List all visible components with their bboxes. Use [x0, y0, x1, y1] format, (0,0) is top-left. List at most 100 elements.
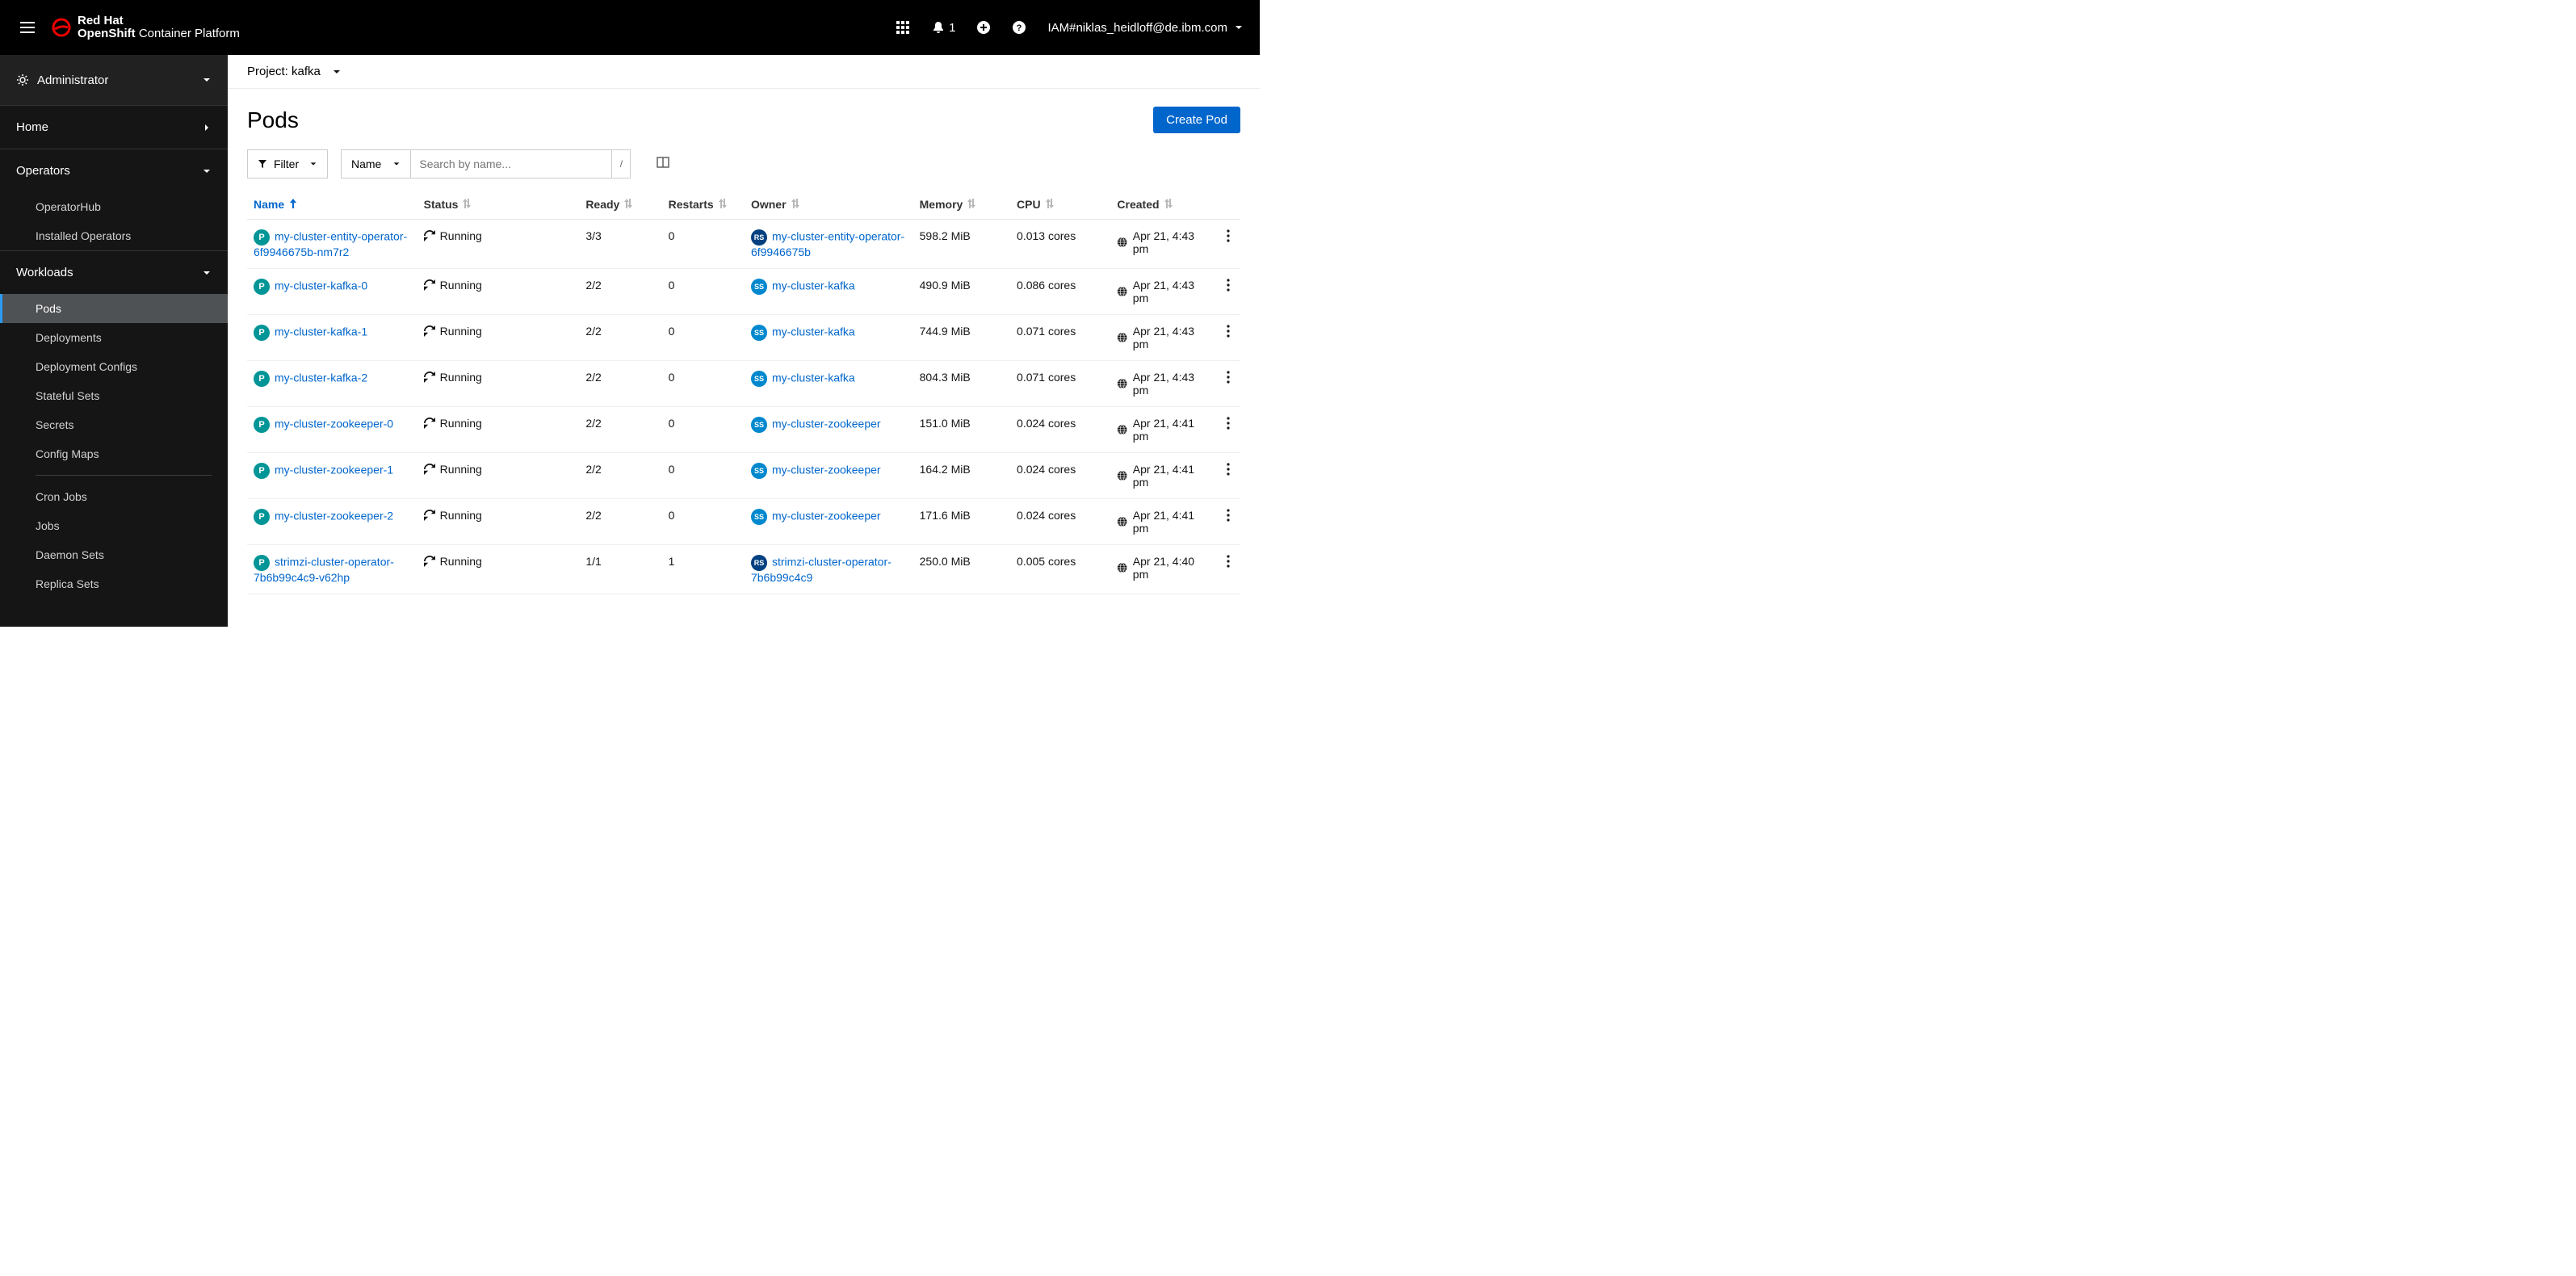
kebab-icon	[1227, 463, 1230, 476]
caret-down-icon	[392, 160, 401, 168]
owner-link[interactable]: my-cluster-zookeeper	[772, 464, 881, 476]
notifications-button[interactable]: 1	[931, 20, 955, 35]
nav-config-maps[interactable]: Config Maps	[0, 439, 228, 468]
owner-badge-icon: SS	[751, 417, 767, 433]
pod-restarts: 0	[662, 269, 745, 315]
pod-created: Apr 21, 4:41 pm	[1133, 463, 1210, 489]
nav-jobs[interactable]: Jobs	[0, 511, 228, 540]
user-name: IAM#niklas_heidloff@de.ibm.com	[1047, 21, 1227, 35]
owner-link[interactable]: my-cluster-kafka	[772, 325, 855, 338]
caret-down-icon	[1234, 23, 1244, 32]
col-memory[interactable]: Memory	[913, 190, 1010, 220]
nav-home[interactable]: Home	[0, 105, 228, 149]
pod-name-link[interactable]: my-cluster-zookeeper-0	[275, 418, 393, 430]
column-management-button[interactable]	[657, 156, 669, 173]
create-pod-button[interactable]: Create Pod	[1153, 107, 1240, 133]
sort-icon	[967, 199, 975, 208]
filter-dropdown[interactable]: Filter	[247, 149, 328, 178]
pod-name-link[interactable]: my-cluster-kafka-2	[275, 371, 367, 384]
pod-badge-icon: P	[254, 371, 270, 387]
col-ready[interactable]: Ready	[579, 190, 661, 220]
table-row: Pmy-cluster-zookeeper-1Running2/20SSmy-c…	[247, 453, 1240, 499]
perspective-switcher[interactable]: Administrator	[0, 55, 228, 105]
search-input[interactable]	[410, 149, 612, 178]
pod-ready: 2/2	[579, 499, 661, 545]
nav-deployments[interactable]: Deployments	[0, 323, 228, 352]
pod-restarts: 0	[662, 315, 745, 361]
pod-badge-icon: P	[254, 229, 270, 246]
pod-badge-icon: P	[254, 325, 270, 341]
pod-name-link[interactable]: strimzi-cluster-operator-7b6b99c4c9-v62h…	[254, 556, 394, 584]
owner-link[interactable]: my-cluster-kafka	[772, 279, 855, 292]
owner-link[interactable]: my-cluster-zookeeper	[772, 510, 881, 523]
pod-created: Apr 21, 4:41 pm	[1133, 509, 1210, 535]
question-circle-icon: ?	[1012, 20, 1026, 35]
row-actions-button[interactable]	[1216, 315, 1240, 361]
nav-daemon-sets[interactable]: Daemon Sets	[0, 540, 228, 569]
bell-icon	[931, 20, 946, 35]
pod-ready: 1/1	[579, 545, 661, 594]
plus-circle-icon	[976, 20, 991, 35]
nav-installed-operators[interactable]: Installed Operators	[0, 221, 228, 250]
owner-badge-icon: SS	[751, 509, 767, 525]
nav-operators[interactable]: Operators	[0, 149, 228, 192]
nav-pods[interactable]: Pods	[0, 294, 228, 323]
sync-icon	[424, 230, 435, 241]
pod-cpu: 0.005 cores	[1010, 545, 1110, 594]
main-content: Project: kafka Pods Create Pod Filter	[228, 55, 1260, 627]
app-launcher-button[interactable]	[896, 20, 910, 35]
row-actions-button[interactable]	[1216, 545, 1240, 594]
owner-link[interactable]: my-cluster-entity-operator-6f9946675b	[751, 230, 904, 258]
col-cpu[interactable]: CPU	[1010, 190, 1110, 220]
owner-link[interactable]: my-cluster-zookeeper	[772, 418, 881, 430]
nav-toggle-button[interactable]	[8, 8, 47, 47]
pod-badge-icon: P	[254, 279, 270, 295]
nav-stateful-sets[interactable]: Stateful Sets	[0, 381, 228, 410]
row-actions-button[interactable]	[1216, 407, 1240, 453]
pod-ready: 2/2	[579, 407, 661, 453]
pod-name-link[interactable]: my-cluster-zookeeper-2	[275, 510, 393, 523]
nav-secrets[interactable]: Secrets	[0, 410, 228, 439]
row-actions-button[interactable]	[1216, 453, 1240, 499]
row-actions-button[interactable]	[1216, 220, 1240, 269]
row-actions-button[interactable]	[1216, 499, 1240, 545]
pod-restarts: 1	[662, 545, 745, 594]
pod-name-link[interactable]: my-cluster-zookeeper-1	[275, 464, 393, 476]
table-row: Pmy-cluster-zookeeper-0Running2/20SSmy-c…	[247, 407, 1240, 453]
pod-cpu: 0.013 cores	[1010, 220, 1110, 269]
search-attribute-dropdown[interactable]: Name	[341, 149, 410, 178]
row-actions-button[interactable]	[1216, 361, 1240, 407]
pod-name-link[interactable]: my-cluster-entity-operator-6f9946675b-nm…	[254, 230, 407, 258]
project-selector[interactable]: Project: kafka	[247, 65, 342, 78]
columns-icon	[657, 156, 669, 169]
col-status[interactable]: Status	[417, 190, 580, 220]
nav-cron-jobs[interactable]: Cron Jobs	[0, 482, 228, 511]
user-menu[interactable]: IAM#niklas_heidloff@de.ibm.com	[1047, 21, 1244, 35]
nav-workloads[interactable]: Workloads	[0, 250, 228, 294]
nav-deployment-configs[interactable]: Deployment Configs	[0, 352, 228, 381]
nav-operatorhub[interactable]: OperatorHub	[0, 192, 228, 221]
globe-icon	[1117, 424, 1127, 435]
table-header-row: Name Status Ready Restarts Owner Memory …	[247, 190, 1240, 220]
pod-name-link[interactable]: my-cluster-kafka-1	[275, 325, 367, 338]
perspective-label: Administrator	[37, 73, 108, 87]
owner-link[interactable]: my-cluster-kafka	[772, 371, 855, 384]
pod-ready: 2/2	[579, 361, 661, 407]
pod-name-link[interactable]: my-cluster-kafka-0	[275, 279, 367, 292]
brand: Red Hat OpenShift Container Platform	[52, 15, 240, 41]
row-actions-button[interactable]	[1216, 269, 1240, 315]
col-restarts[interactable]: Restarts	[662, 190, 745, 220]
col-created[interactable]: Created	[1110, 190, 1215, 220]
add-button[interactable]	[976, 20, 991, 35]
globe-icon	[1117, 378, 1127, 389]
col-name[interactable]: Name	[247, 190, 417, 220]
col-owner[interactable]: Owner	[745, 190, 913, 220]
sync-icon	[424, 464, 435, 475]
help-button[interactable]: ?	[1012, 20, 1026, 35]
owner-badge-icon: RS	[751, 555, 767, 571]
nav-replica-sets[interactable]: Replica Sets	[0, 569, 228, 598]
owner-link[interactable]: strimzi-cluster-operator-7b6b99c4c9	[751, 556, 892, 584]
pod-ready: 2/2	[579, 269, 661, 315]
pod-status: Running	[440, 279, 482, 292]
pod-cpu: 0.024 cores	[1010, 499, 1110, 545]
